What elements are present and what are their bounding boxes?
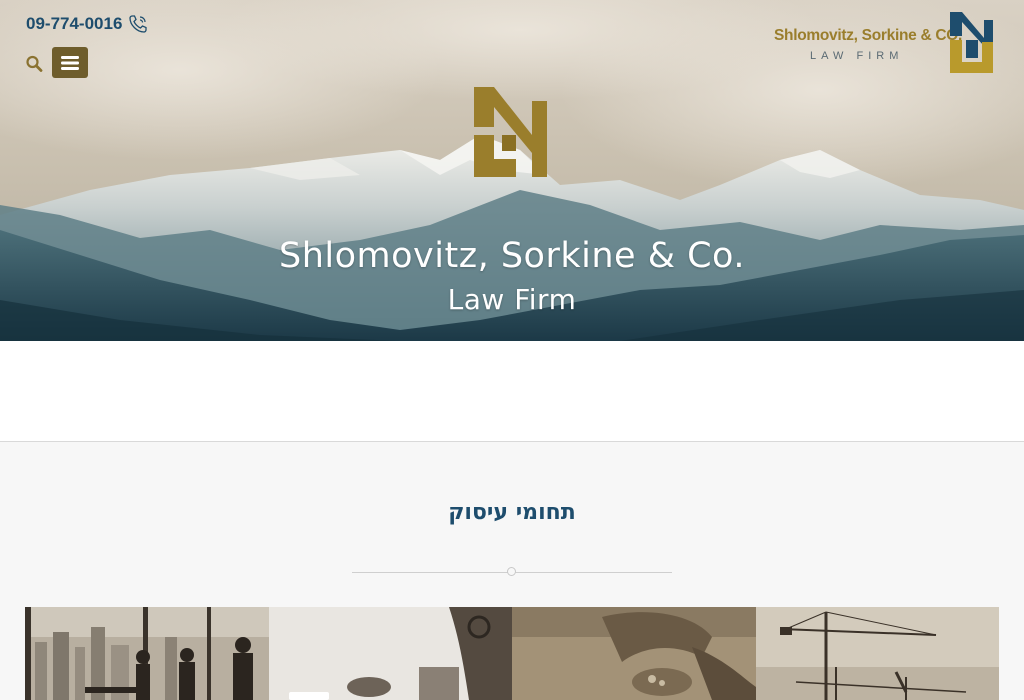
search-icon <box>26 55 43 72</box>
search-button[interactable] <box>24 53 46 75</box>
hero-title: Shlomovitz, Sorkine & Co. <box>279 236 745 276</box>
practice-card-2[interactable] <box>268 607 512 700</box>
section-title: תחומי עיסוק <box>448 500 576 525</box>
practice-areas-grid <box>25 607 999 700</box>
hamburger-menu-icon <box>61 55 79 70</box>
practice-card-1[interactable] <box>25 607 269 700</box>
firm-logo-icon <box>474 87 547 177</box>
content-band <box>0 341 1024 442</box>
phone-icon <box>129 15 148 33</box>
brand-logo-icon <box>950 12 993 73</box>
practice-image-documents <box>268 607 512 700</box>
hero-subtitle: Law Firm <box>447 283 577 316</box>
brand-name: Shlomovitz, Sorkine & CO. <box>774 27 962 44</box>
divider-dot <box>507 567 516 576</box>
practice-card-4[interactable] <box>755 607 999 700</box>
practice-image-office <box>25 607 269 700</box>
menu-button[interactable] <box>52 47 88 78</box>
practice-card-3[interactable] <box>512 607 756 700</box>
practice-image-hands <box>512 607 756 700</box>
practice-image-construction <box>755 607 999 700</box>
section-divider <box>352 566 672 578</box>
phone-number[interactable]: 09-774-0016 <box>26 14 122 34</box>
phone-link[interactable]: 09-774-0016 <box>26 14 148 34</box>
brand-logo-link[interactable]: Shlomovitz, Sorkine & CO. LAW FIRM <box>774 12 996 74</box>
brand-tagline: LAW FIRM <box>810 50 904 62</box>
hero-banner: Shlomovitz, Sorkine & Co. Law Firm 09-77… <box>0 0 1024 341</box>
